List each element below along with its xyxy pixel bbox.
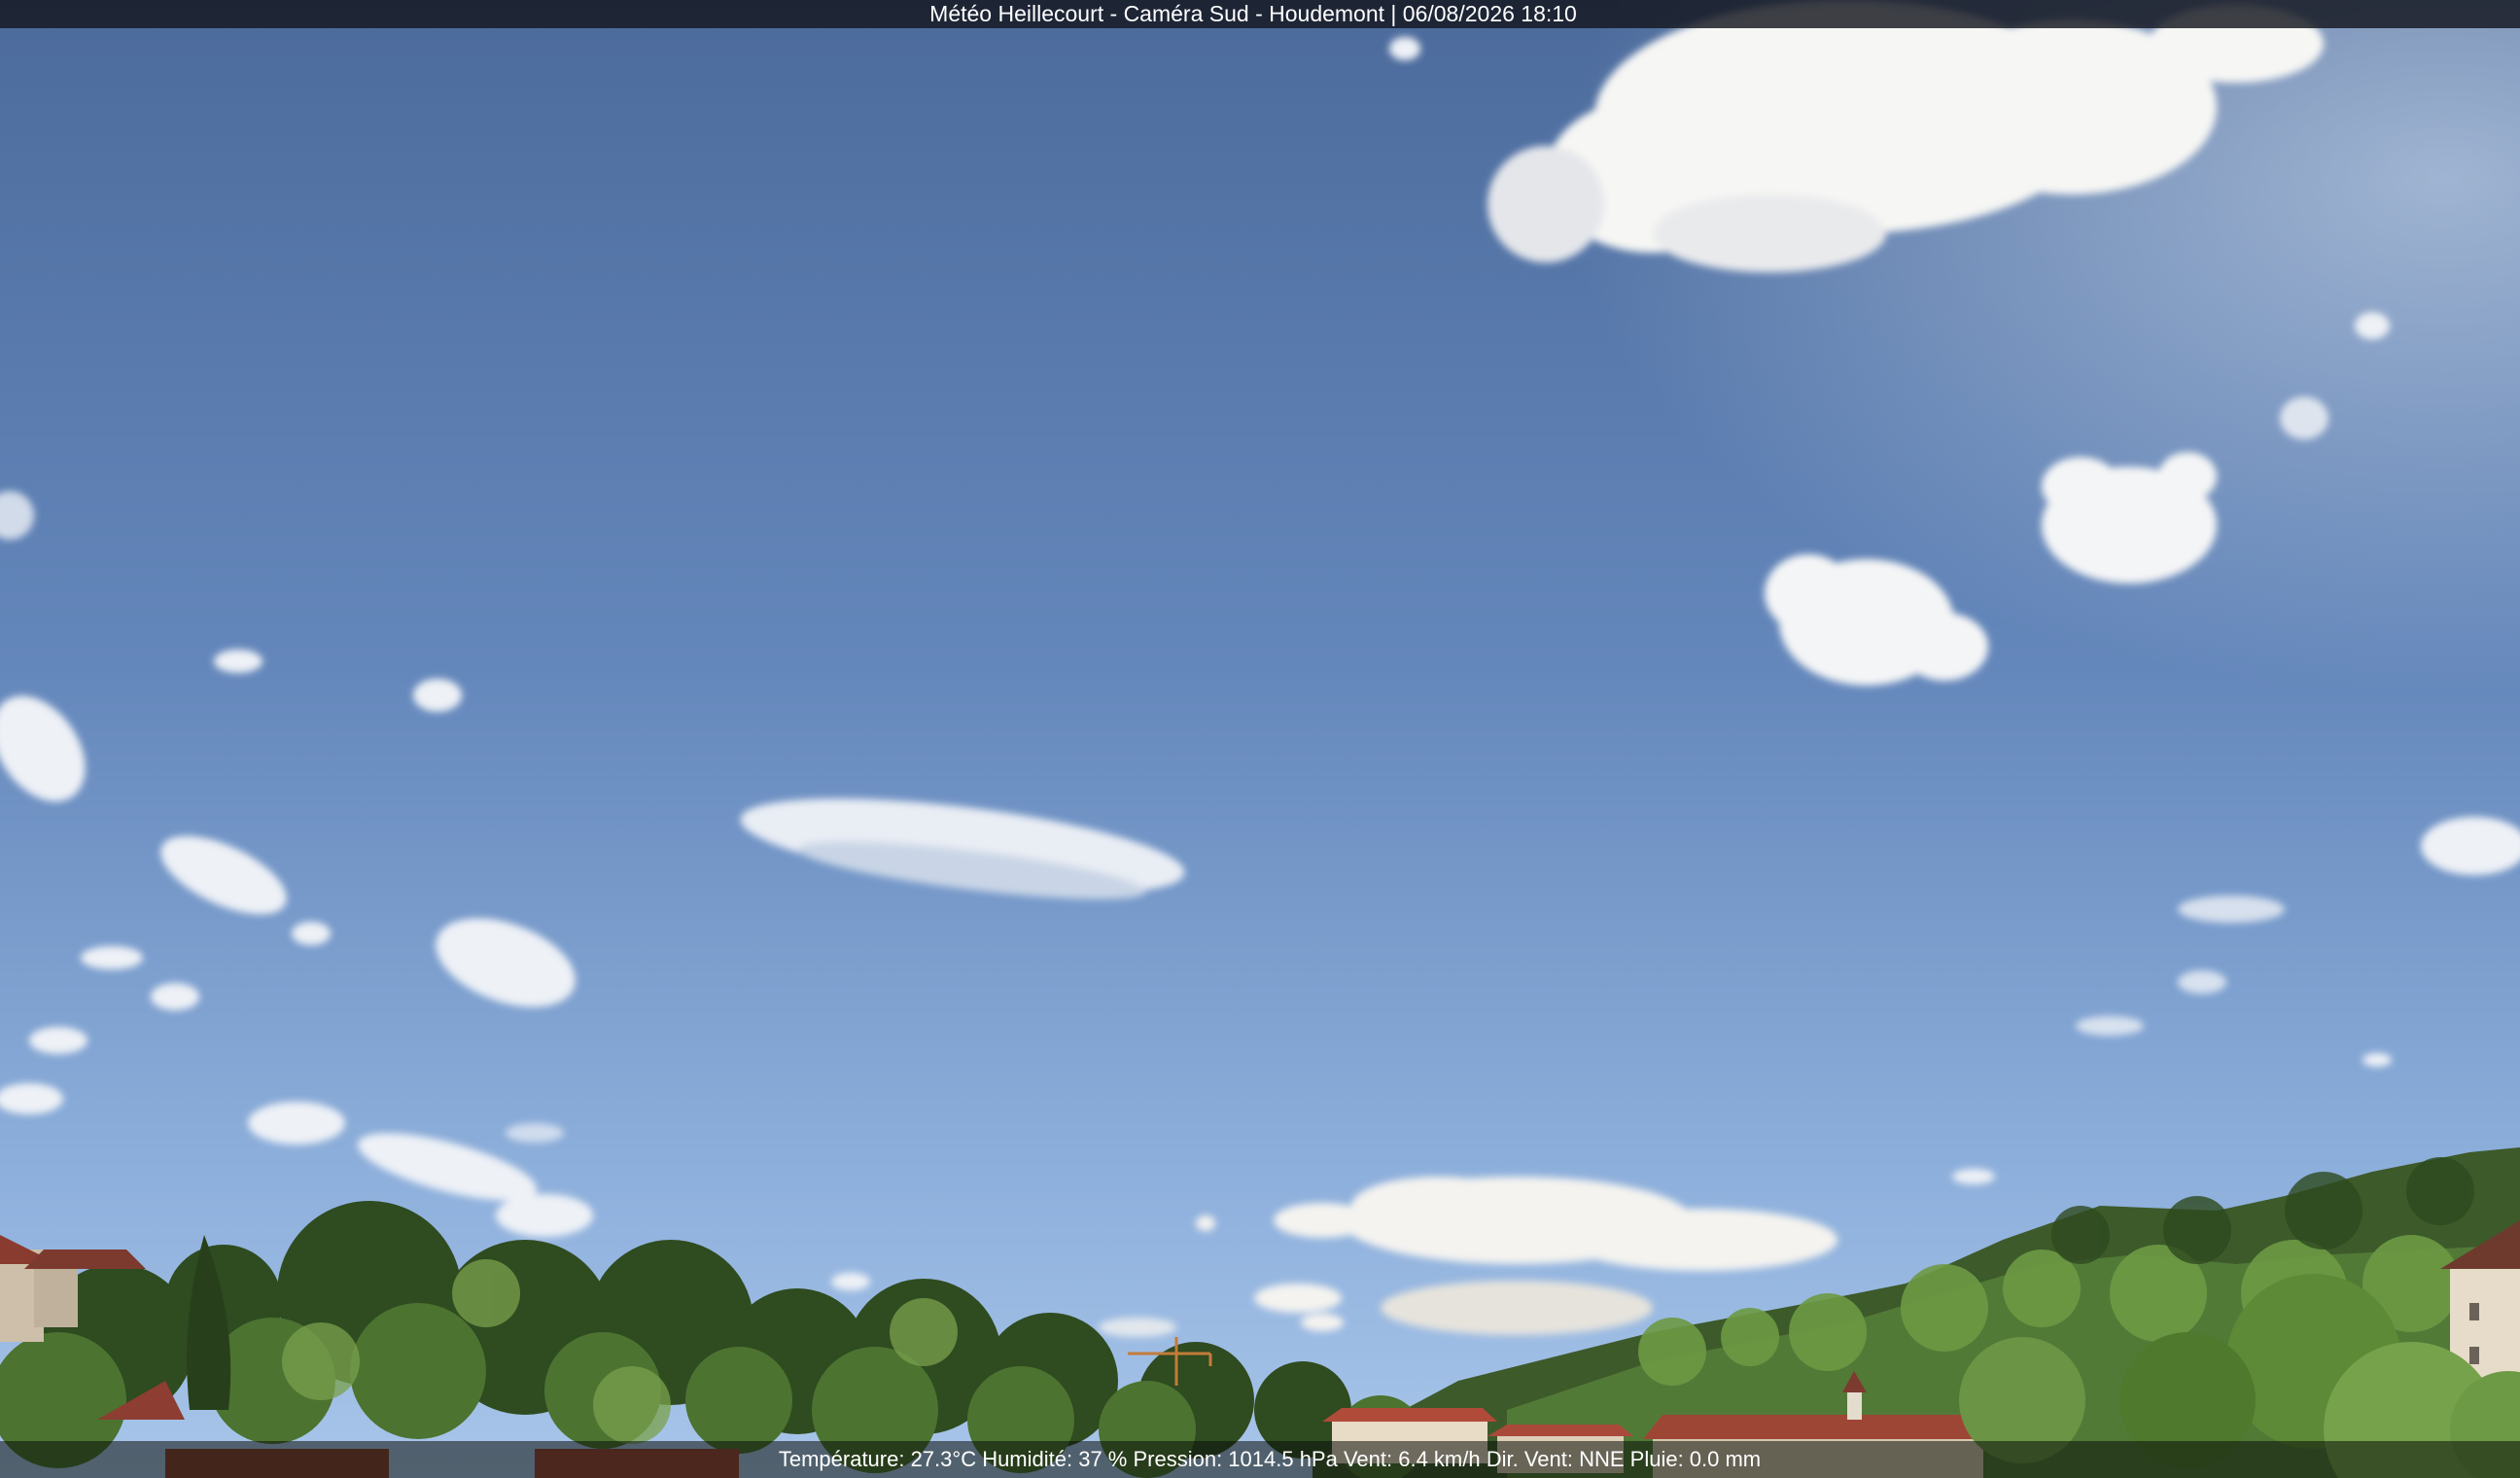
landscape-scene	[0, 0, 2520, 1478]
camera-header-text: Météo Heillecourt - Caméra Sud - Houdemo…	[929, 1, 1577, 26]
weather-info-text: Température: 27.3°C Humidité: 37 % Press…	[778, 1447, 1762, 1471]
webcam-image: Météo Heillecourt - Caméra Sud - Houdemo…	[0, 0, 2520, 1478]
weather-info-bar: Température: 27.3°C Humidité: 37 % Press…	[0, 1441, 2520, 1478]
camera-header-bar: Météo Heillecourt - Caméra Sud - Houdemo…	[0, 0, 2520, 28]
